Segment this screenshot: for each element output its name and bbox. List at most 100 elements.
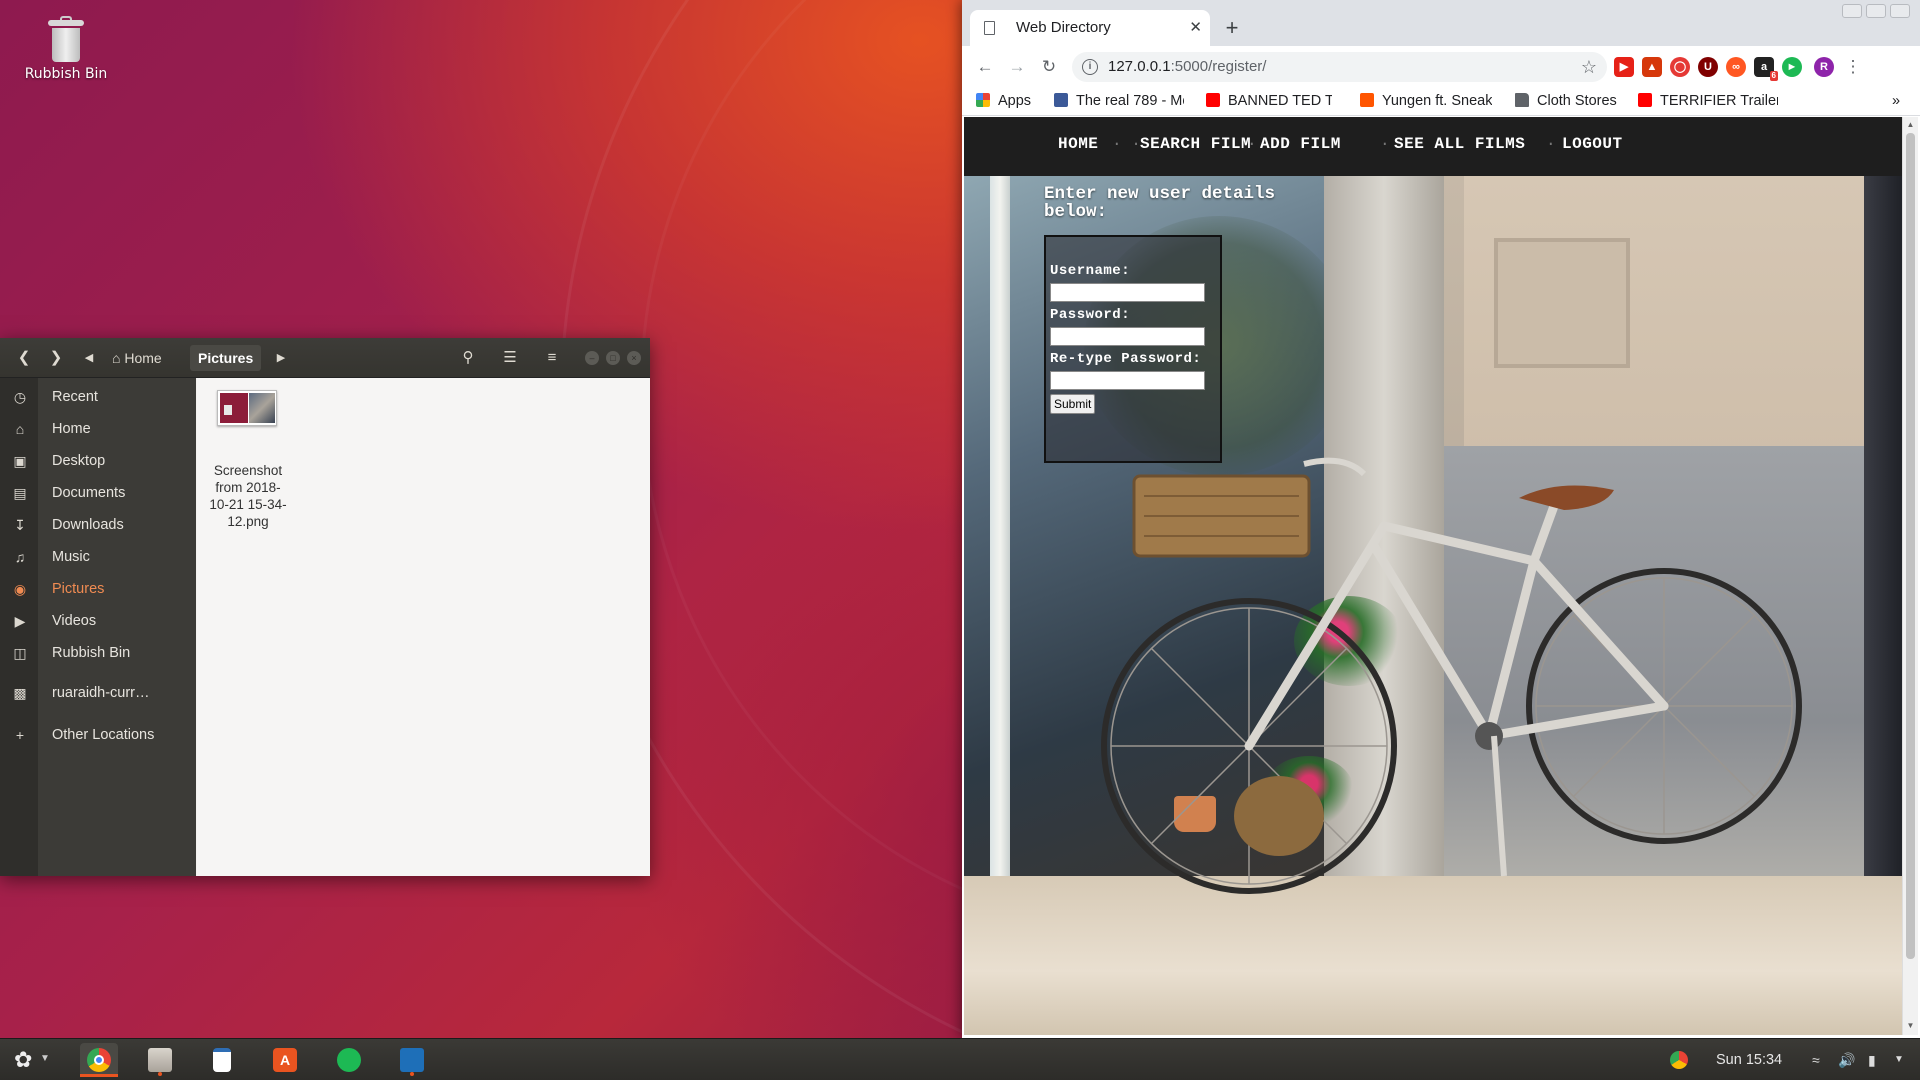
new-tab-button[interactable]: + xyxy=(1218,15,1246,43)
taskbar-files[interactable] xyxy=(141,1043,179,1077)
home-icon: ⌂ xyxy=(112,350,121,366)
sidebar-item-videos[interactable]: ▶ Videos xyxy=(0,606,196,636)
video-icon: ▶ xyxy=(14,613,26,629)
nav-separator: · · xyxy=(1112,135,1141,153)
taskbar-spotify[interactable] xyxy=(330,1043,368,1077)
battery-icon[interactable]: ▮ xyxy=(1868,1039,1876,1080)
bookmark-item[interactable]: The real 789 - Me xyxy=(1054,86,1184,116)
path-left-arrow-icon[interactable]: ◀ xyxy=(80,345,98,371)
sidebar-item-downloads[interactable]: ↧ Downloads xyxy=(0,510,196,540)
back-button[interactable]: ❮ xyxy=(10,345,38,371)
bookmark-item[interactable]: BANNED TED Ta xyxy=(1206,86,1332,116)
desktop-trash-icon[interactable]: Rubbish Bin xyxy=(22,16,110,82)
search-icon[interactable]: ⚲ xyxy=(454,345,482,371)
submit-button[interactable]: Submit xyxy=(1050,394,1096,414)
kebab-menu-icon[interactable]: ⋮ xyxy=(1842,56,1864,78)
system-menu-chevron-icon[interactable]: ▼ xyxy=(1894,1039,1904,1080)
page-scrollbar[interactable]: ▲ ▼ xyxy=(1902,117,1918,1035)
nav-see-all-films-link[interactable]: SEE ALL FILMS xyxy=(1394,135,1525,153)
ublock-icon[interactable]: U xyxy=(1698,57,1718,77)
breadcrumb-home[interactable]: ⌂ Home xyxy=(104,345,170,371)
address-bar[interactable]: i 127.0.0.1:5000/register/ ☆ xyxy=(1072,52,1607,82)
maximize-button[interactable]: □ xyxy=(606,351,620,365)
breadcrumb-pictures[interactable]: Pictures xyxy=(190,345,262,371)
music-icon: ♫ xyxy=(14,549,26,565)
bookmark-item[interactable]: Yungen ft. Sneak xyxy=(1360,86,1492,116)
activities-button[interactable]: ✿ ▼ xyxy=(8,1043,52,1077)
extension-icon[interactable]: ◯ xyxy=(1670,57,1690,77)
nav-logout-link[interactable]: LOGOUT xyxy=(1562,135,1623,153)
forward-button[interactable]: ❯ xyxy=(42,345,70,371)
spotify-icon xyxy=(337,1048,361,1072)
trash-icon: ◫ xyxy=(13,645,27,661)
sidebar-item-home[interactable]: ⌂ Home xyxy=(0,414,196,444)
file-manager-headerbar: ❮ ❯ ◀ ⌂ Home Pictures ▶ ⚲ ☰ ≡ – □ × xyxy=(0,338,650,378)
clock[interactable]: Sun 15:34 xyxy=(1716,1039,1782,1080)
places-sidebar: ◷ Recent ⌂ Home ▣ Desktop ▤ Documents ↧ Downl… xyxy=(0,378,196,876)
minimize-button[interactable]: – xyxy=(585,351,599,365)
url-path: :5000/register/ xyxy=(1170,58,1267,75)
info-icon[interactable]: i xyxy=(1082,59,1098,75)
sidebar-item-documents[interactable]: ▤ Documents xyxy=(0,478,196,508)
facebook-icon xyxy=(1054,93,1068,107)
tab-web-directory[interactable]: Web Directory ✕ xyxy=(970,10,1210,46)
nav-add-film-link[interactable]: ADD FILM xyxy=(1260,135,1341,153)
nav-home-link[interactable]: HOME xyxy=(1058,135,1098,153)
sidebar-item-drive[interactable]: ▩ ruaraidh-curr… xyxy=(0,678,196,708)
extension-icon[interactable]: ∞ xyxy=(1726,57,1746,77)
sidebar-item-recent[interactable]: ◷ Recent xyxy=(0,382,196,412)
bookmark-star-icon[interactable]: ☆ xyxy=(1581,52,1597,82)
taskbar-vscode[interactable] xyxy=(393,1043,431,1077)
extension-badge: 6 xyxy=(1769,71,1778,81)
volume-icon[interactable]: 🔊 xyxy=(1838,1039,1855,1080)
maximize-button[interactable] xyxy=(1866,4,1886,18)
tab-close-icon[interactable]: ✕ xyxy=(1189,10,1202,46)
profile-avatar[interactable]: R xyxy=(1814,57,1834,77)
bookmarks-bar: Apps The real 789 - Me BANNED TED Ta Yun… xyxy=(962,86,1920,116)
close-button[interactable]: × xyxy=(627,351,641,365)
site-navbar: HOME · · SEARCH FILM · ADD FILM · SEE AL… xyxy=(964,117,1902,176)
retype-password-input[interactable] xyxy=(1050,371,1205,390)
reload-icon[interactable]: ↻ xyxy=(1038,56,1060,78)
username-input[interactable] xyxy=(1050,283,1205,302)
minimize-button[interactable] xyxy=(1842,4,1862,18)
breadcrumb-home-label: Home xyxy=(124,350,162,366)
scroll-down-arrow-icon[interactable]: ▼ xyxy=(1906,1021,1915,1030)
sidebar-item-rubbish-bin[interactable]: ◫ Rubbish Bin xyxy=(0,638,196,668)
sidebar-item-pictures[interactable]: ◉ Pictures xyxy=(0,574,196,604)
folder-icon: ▣ xyxy=(13,453,27,469)
wifi-icon[interactable]: ≈ xyxy=(1812,1039,1820,1080)
sidebar-item-other-locations[interactable]: + Other Locations xyxy=(0,720,196,750)
taskbar-software[interactable]: A xyxy=(266,1043,304,1077)
back-arrow-icon[interactable]: ← xyxy=(974,56,996,78)
scroll-thumb[interactable] xyxy=(1906,133,1915,959)
clock-icon: ◷ xyxy=(13,389,27,405)
extension-icon[interactable]: ▶ xyxy=(1614,57,1634,77)
password-input[interactable] xyxy=(1050,327,1205,346)
taskbar-chrome[interactable] xyxy=(80,1043,118,1077)
chrome-tray-icon[interactable] xyxy=(1670,1039,1688,1080)
taskbar-writer[interactable] xyxy=(203,1043,241,1077)
scroll-up-arrow-icon[interactable]: ▲ xyxy=(1906,120,1915,129)
bookmark-apps[interactable]: Apps xyxy=(976,86,1031,116)
sidebar-item-music[interactable]: ♫ Music xyxy=(0,542,196,572)
bookmark-folder[interactable]: Cloth Stores xyxy=(1515,86,1617,116)
gnome-foot-icon: ✿ xyxy=(14,1047,33,1072)
browser-window: Web Directory ✕ + ← → ↻ i 127.0.0.1:5000… xyxy=(962,0,1920,1038)
software-center-icon: A xyxy=(273,1048,297,1072)
extension-icon[interactable]: ► xyxy=(1782,57,1802,77)
youtube-icon xyxy=(1638,93,1652,107)
sidebar-item-desktop[interactable]: ▣ Desktop xyxy=(0,446,196,476)
close-button[interactable] xyxy=(1890,4,1910,18)
extension-icon[interactable]: ▲ xyxy=(1642,57,1662,77)
path-right-arrow-icon[interactable]: ▶ xyxy=(272,345,290,371)
menu-icon[interactable]: ≡ xyxy=(538,345,566,371)
document-icon xyxy=(213,1048,231,1072)
forward-arrow-icon[interactable]: → xyxy=(1006,56,1028,78)
more-bookmarks-button[interactable]: » xyxy=(1892,86,1900,116)
bookmark-item[interactable]: TERRIFIER Trailer xyxy=(1638,86,1778,116)
view-toggle-icon[interactable]: ☰ xyxy=(496,345,524,371)
nav-search-film-link[interactable]: SEARCH FILM xyxy=(1140,135,1251,153)
url-host: 127.0.0.1 xyxy=(1108,58,1171,75)
extension-icon[interactable]: a6 xyxy=(1754,57,1778,81)
